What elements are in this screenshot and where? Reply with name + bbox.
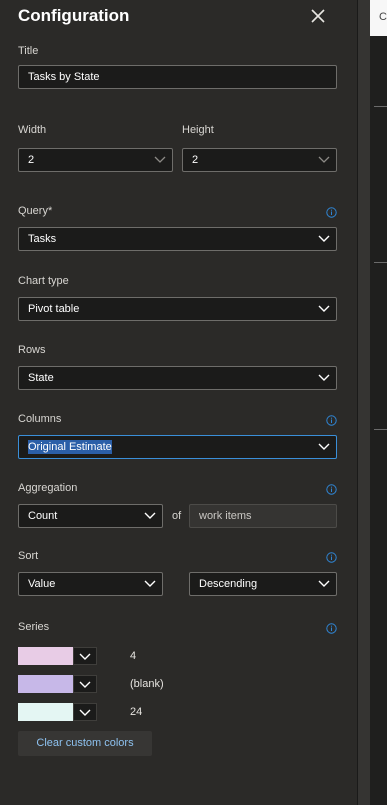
background-pane-header: C bbox=[370, 0, 387, 36]
width-select[interactable]: 2 bbox=[18, 148, 173, 172]
divider bbox=[374, 429, 387, 430]
rows-select[interactable]: State bbox=[18, 366, 337, 390]
chart-type-label: Chart type bbox=[18, 275, 69, 287]
height-select[interactable]: 2 bbox=[182, 148, 337, 172]
width-select-value: 2 bbox=[28, 154, 35, 166]
chevron-down-icon bbox=[318, 305, 330, 312]
height-label: Height bbox=[182, 124, 214, 136]
chevron-down-icon bbox=[318, 580, 330, 587]
chevron-down-icon bbox=[154, 156, 166, 163]
chevron-down-icon bbox=[79, 681, 91, 688]
info-icon[interactable] bbox=[326, 484, 337, 495]
divider bbox=[374, 262, 387, 263]
aggregation-target-field: work items bbox=[189, 504, 337, 528]
color-swatch[interactable] bbox=[18, 703, 73, 721]
color-picker-button[interactable] bbox=[73, 703, 97, 721]
title-label: Title bbox=[18, 45, 39, 57]
chevron-down-icon bbox=[79, 653, 91, 660]
aggregation-label: Aggregation bbox=[18, 482, 78, 494]
query-label: Query* bbox=[18, 205, 53, 217]
panel-scrollbar[interactable] bbox=[358, 0, 370, 805]
chevron-down-icon bbox=[144, 580, 156, 587]
color-swatch[interactable] bbox=[18, 675, 73, 693]
chevron-down-icon bbox=[79, 709, 91, 716]
info-icon[interactable] bbox=[326, 623, 337, 634]
background-pane-glyph: C bbox=[379, 11, 387, 23]
chevron-down-icon bbox=[144, 512, 156, 519]
background-pane: C bbox=[370, 0, 387, 805]
sort-by-select[interactable]: Value bbox=[18, 572, 163, 596]
width-label: Width bbox=[18, 124, 47, 136]
aggregation-select[interactable]: Count bbox=[18, 504, 163, 528]
sort-direction-select[interactable]: Descending bbox=[189, 572, 337, 596]
chevron-down-icon bbox=[318, 235, 330, 242]
chevron-down-icon bbox=[318, 156, 330, 163]
sort-direction-value: Descending bbox=[199, 578, 258, 590]
series-value: (blank) bbox=[130, 678, 164, 690]
clear-custom-colors-button[interactable]: Clear custom colors bbox=[18, 731, 152, 756]
query-select-value: Tasks bbox=[28, 233, 57, 245]
columns-select[interactable]: Original Estimate bbox=[18, 435, 337, 459]
query-select[interactable]: Tasks bbox=[18, 227, 337, 251]
aggregation-select-value: Count bbox=[28, 510, 58, 522]
sort-label: Sort bbox=[18, 550, 39, 562]
title-input[interactable]: Tasks by State bbox=[18, 65, 337, 89]
info-icon[interactable] bbox=[326, 207, 337, 218]
sort-by-value: Value bbox=[28, 578, 56, 590]
color-picker-button[interactable] bbox=[73, 675, 97, 693]
panel-title: Configuration bbox=[18, 6, 130, 25]
color-picker-button[interactable] bbox=[73, 647, 97, 665]
close-icon[interactable] bbox=[309, 7, 327, 25]
aggregation-of-label: of bbox=[172, 510, 182, 522]
columns-select-value: Original Estimate bbox=[28, 440, 112, 454]
configuration-panel: Configuration Title Tasks by State Width… bbox=[0, 0, 358, 805]
chevron-down-icon bbox=[318, 374, 330, 381]
height-select-value: 2 bbox=[192, 154, 199, 166]
chevron-down-icon bbox=[318, 443, 330, 450]
series-value: 24 bbox=[130, 706, 143, 718]
rows-label: Rows bbox=[18, 344, 46, 356]
chart-type-select-value: Pivot table bbox=[28, 303, 80, 315]
series-label: Series bbox=[18, 621, 50, 633]
color-swatch[interactable] bbox=[18, 647, 73, 665]
series-value: 4 bbox=[130, 650, 137, 662]
title-input-value: Tasks by State bbox=[28, 71, 100, 83]
info-icon[interactable] bbox=[326, 552, 337, 563]
chart-type-select[interactable]: Pivot table bbox=[18, 297, 337, 321]
rows-select-value: State bbox=[28, 372, 54, 384]
aggregation-target-value: work items bbox=[199, 510, 252, 522]
columns-label: Columns bbox=[18, 413, 62, 425]
info-icon[interactable] bbox=[326, 415, 337, 426]
divider bbox=[374, 106, 387, 107]
